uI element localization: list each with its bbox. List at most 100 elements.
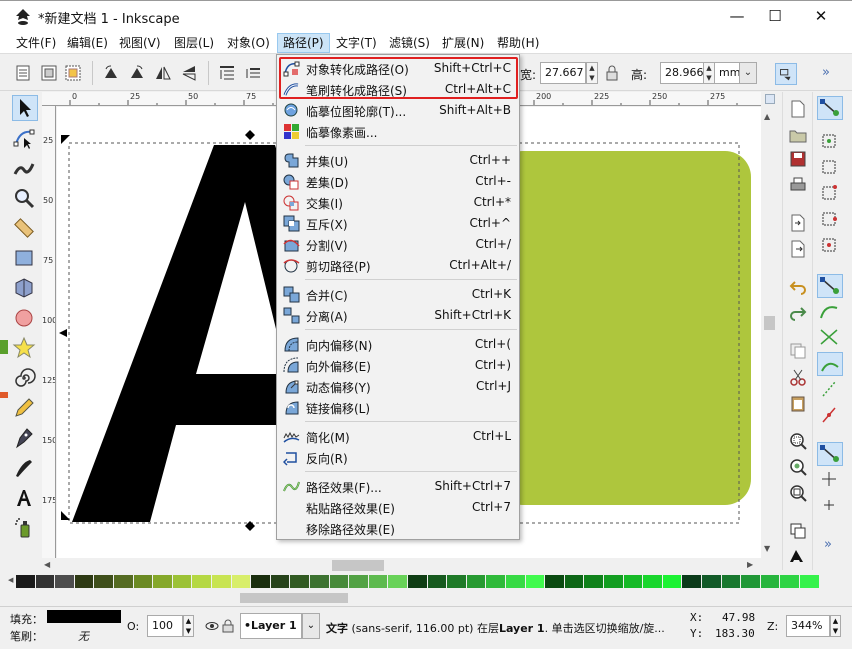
snap-overflow[interactable]: » <box>817 534 843 558</box>
palette-swatch[interactable] <box>702 575 721 588</box>
snap-others[interactable] <box>817 442 843 466</box>
palette-swatch[interactable] <box>506 575 525 588</box>
palette-swatch[interactable] <box>623 575 643 588</box>
palette-swatch[interactable] <box>55 575 74 588</box>
palette-swatch[interactable] <box>310 575 329 588</box>
palette-swatch[interactable] <box>721 575 741 588</box>
snap-paths[interactable] <box>817 300 843 324</box>
palette-swatch[interactable] <box>486 575 505 588</box>
scroll-up-arrow[interactable]: ▲ <box>764 112 770 121</box>
import-icon[interactable] <box>789 214 807 232</box>
menu-item-break-apart[interactable]: 分离(A) Shift+Ctrl+K <box>279 305 517 326</box>
palette-swatch[interactable] <box>604 575 623 588</box>
palette-swatch[interactable] <box>35 575 55 588</box>
snap-smooth-nodes[interactable] <box>817 378 843 402</box>
tweak-tool[interactable] <box>12 156 38 182</box>
layer-lock-icon[interactable] <box>222 619 234 633</box>
lock-proportions-icon[interactable] <box>603 64 621 82</box>
spray-tool[interactable] <box>12 516 38 542</box>
rectangle-tool[interactable] <box>12 246 38 272</box>
snap-bbox[interactable] <box>817 130 843 154</box>
snap-rotation-center[interactable] <box>817 494 843 518</box>
menu-item-trace-bitmap[interactable]: 临摹位图轮廓(T)... Shift+Alt+B <box>279 100 517 121</box>
palette-swatch[interactable] <box>212 575 231 588</box>
measure-tool[interactable] <box>12 216 38 242</box>
palette-swatch[interactable] <box>525 575 545 588</box>
palette-swatch[interactable] <box>545 575 564 588</box>
palette-swatch[interactable] <box>800 575 819 588</box>
palette-swatch[interactable] <box>270 575 290 588</box>
menu-text[interactable]: 文字(T) <box>331 33 382 53</box>
menu-object[interactable]: 对象(O) <box>222 33 275 53</box>
toolbar-overflow-button[interactable]: » <box>822 65 830 80</box>
raise-to-top-icon[interactable] <box>218 64 236 82</box>
undo-icon[interactable] <box>789 278 807 296</box>
spiral-tool[interactable] <box>12 366 38 392</box>
width-input[interactable]: 27.667 <box>540 62 586 84</box>
star-tool[interactable] <box>12 336 38 362</box>
menu-item-intersection[interactable]: 交集(I) Ctrl+* <box>279 192 517 213</box>
menu-item-simplify[interactable]: 简化(M) Ctrl+L <box>279 426 517 447</box>
save-icon[interactable] <box>789 150 807 168</box>
palette-swatch[interactable] <box>349 575 368 588</box>
snap-nodes[interactable] <box>817 274 843 298</box>
select-all-layers-icon[interactable] <box>40 64 58 82</box>
clone-icon[interactable] <box>789 548 807 566</box>
new-document-icon[interactable] <box>789 100 807 118</box>
palette-swatch[interactable] <box>662 575 682 588</box>
invert-selection-icon[interactable] <box>64 64 82 82</box>
menu-item-inset[interactable]: 向内偏移(N) Ctrl+( <box>279 334 517 355</box>
chevron-down-icon[interactable]: ⌄ <box>739 62 757 84</box>
calligraphy-tool[interactable] <box>12 456 38 482</box>
menu-item-difference[interactable]: 差集(D) Ctrl+- <box>279 171 517 192</box>
flip-horizontal-icon[interactable] <box>154 64 172 82</box>
menu-item-combine[interactable]: 合并(C) Ctrl+K <box>279 284 517 305</box>
palette-swatch[interactable] <box>682 575 701 588</box>
fill-swatch[interactable] <box>47 610 121 623</box>
zoom-selection-icon[interactable] <box>789 432 807 450</box>
palette-swatch[interactable] <box>408 575 427 588</box>
palette-swatch[interactable] <box>643 575 662 588</box>
snap-centers[interactable] <box>817 468 843 492</box>
menu-extensions[interactable]: 扩展(N) <box>437 33 489 53</box>
zoom-page-icon[interactable] <box>789 484 807 502</box>
menu-item-reverse[interactable]: 反向(R) <box>279 447 517 468</box>
pen-tool[interactable] <box>12 426 38 452</box>
3d-box-tool[interactable] <box>12 276 38 302</box>
snap-bbox-center[interactable] <box>817 234 843 258</box>
scroll-left-arrow[interactable]: ◀ <box>44 560 50 569</box>
palette-swatch[interactable] <box>447 575 466 588</box>
ellipse-tool[interactable] <box>12 306 38 332</box>
palette-swatch[interactable] <box>133 575 153 588</box>
close-button[interactable]: ✕ <box>798 1 844 33</box>
palette-swatch[interactable] <box>388 575 407 588</box>
palette-swatch[interactable] <box>172 575 192 588</box>
stroke-value[interactable]: 无 <box>78 628 89 644</box>
print-icon[interactable] <box>789 176 807 194</box>
vertical-scroll-thumb[interactable] <box>764 316 775 330</box>
layer-select[interactable]: •Layer 1 <box>240 613 302 639</box>
menu-item-exclusion[interactable]: 互斥(X) Ctrl+^ <box>279 213 517 234</box>
menu-item-linked-offset[interactable]: 链接偏移(L) <box>279 397 517 418</box>
snap-path-intersections[interactable] <box>817 326 843 350</box>
menu-item-trace-pixel-art[interactable]: 临摹像素画... <box>279 121 517 142</box>
selector-tool[interactable] <box>12 95 38 121</box>
menu-item-remove-path-effect[interactable]: 移除路径效果(E) <box>279 518 517 539</box>
snap-bbox-corner[interactable] <box>817 182 843 206</box>
palette-swatch[interactable] <box>368 575 388 588</box>
select-all-icon[interactable] <box>14 64 32 82</box>
scroll-down-arrow[interactable]: ▼ <box>764 544 770 553</box>
maximize-button[interactable]: ☐ <box>752 1 798 33</box>
rotate-cw-icon[interactable] <box>128 64 146 82</box>
palette-swatch[interactable] <box>114 575 133 588</box>
menu-item-union[interactable]: 并集(U) Ctrl++ <box>279 150 517 171</box>
zoom-drawing-icon[interactable] <box>789 458 807 476</box>
vertical-scrollbar[interactable]: ▲ ▼ <box>761 92 778 558</box>
copy-icon[interactable] <box>789 342 807 360</box>
opacity-input[interactable]: 100 <box>147 615 183 637</box>
node-tool[interactable] <box>12 126 38 152</box>
open-folder-icon[interactable] <box>789 126 807 144</box>
transform-affect-icon[interactable] <box>775 63 797 85</box>
duplicate-icon[interactable] <box>789 522 807 540</box>
palette-swatch[interactable] <box>16 575 35 588</box>
